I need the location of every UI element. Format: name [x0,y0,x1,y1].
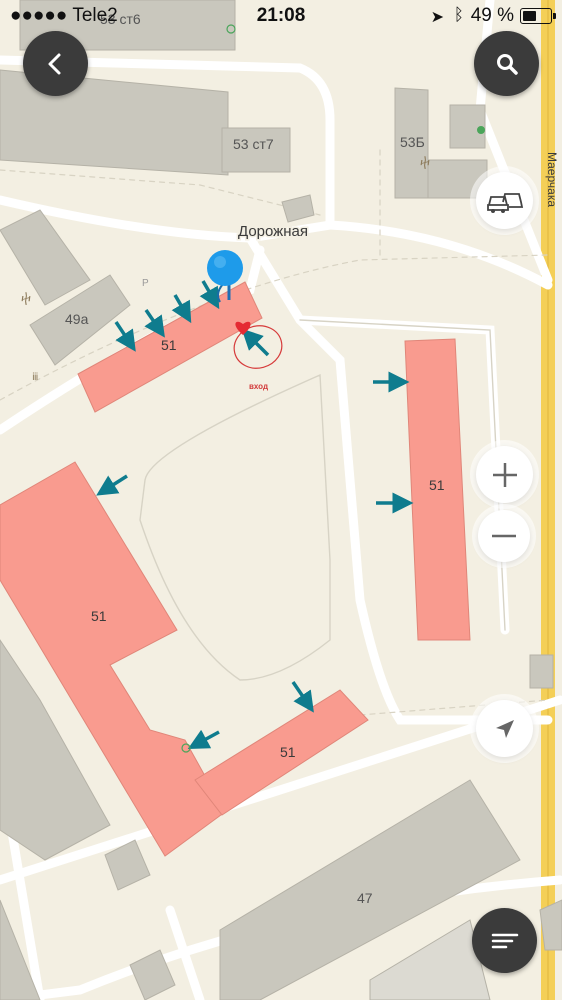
street-label-mayerchaka: Маерчака [545,152,559,207]
search-button[interactable] [474,31,539,96]
back-button[interactable] [23,31,88,96]
minus-icon [492,534,516,538]
entrance-label: вход [249,382,268,391]
street-label-dorozhnaya: Дорожная [238,223,308,240]
battery-percentage: 49 % [470,5,514,26]
chevron-left-icon [48,53,60,74]
battery-icon [520,8,556,24]
my-location-button[interactable] [476,700,533,757]
menu-lines-icon [491,933,518,948]
traffic-cars-icon [486,192,523,213]
bench-icon: ⅲ [32,372,38,383]
building-label-53b: 53Б [400,134,425,150]
building-label-51-bottom: 51 [280,744,296,760]
bluetooth-icon: ᛒ [453,5,464,24]
restaurant-icon-2: ⴕ [420,155,430,169]
map-canvas[interactable]: ⴕ ⅲ P ⴕ Дорожная Маерчака 53 ст6 53 ст7 … [0,0,562,1000]
magnifier-icon [496,53,518,75]
restaurant-icon: ⴕ [21,291,31,305]
menu-button[interactable] [472,908,537,973]
navigation-arrow-icon [495,719,514,738]
zoom-in-button[interactable] [476,446,533,503]
traffic-button[interactable] [476,172,533,229]
building-label-51-right: 51 [429,477,445,493]
plus-icon [492,462,517,487]
building-label-51-top: 51 [161,337,177,353]
status-bar: ●●●●● Tele2 21:08 ➤ ᛒ 49 % [0,0,562,32]
building-label-53st7: 53 ст7 [233,136,274,152]
building-label-51-left: 51 [91,608,107,624]
zoom-out-button[interactable] [478,510,530,562]
parking-icon: P [142,278,149,289]
building-label-47: 47 [357,890,373,906]
battery-fill [523,11,536,21]
location-services-icon: ➤ [430,9,444,26]
building-label-49a: 49а [65,311,89,327]
